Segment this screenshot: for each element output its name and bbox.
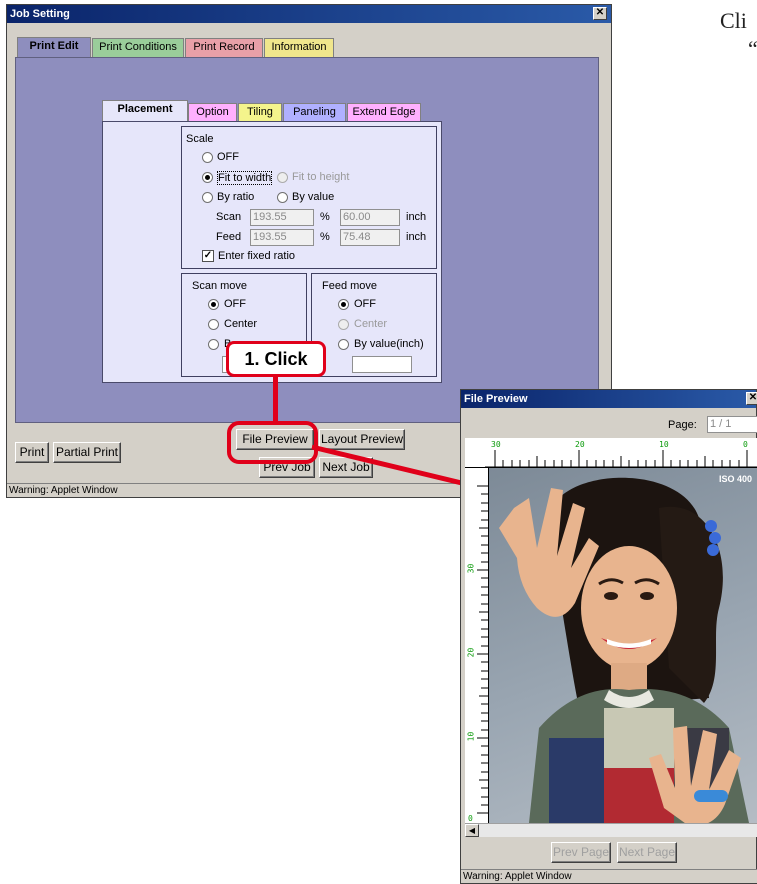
next-page-button[interactable]: Next Page	[617, 842, 677, 863]
preview-image: ISO 400	[489, 468, 757, 823]
ruler-left: 30 20 10 0	[465, 468, 489, 823]
portrait-illustration	[499, 477, 749, 823]
instruction-text-fragment: Cli	[720, 8, 747, 33]
ruler-top-ticks	[485, 450, 757, 468]
file-preview-title: File Preview	[464, 393, 528, 405]
callout-connector	[273, 375, 278, 422]
file-preview-statusbar: Warning: Applet Window	[461, 869, 757, 883]
page-field[interactable]: 1 / 1	[707, 416, 757, 433]
instruction-text-quote: “	[748, 36, 757, 61]
ruler-top: 30 20 10 0	[465, 438, 757, 468]
scroll-left-arrow-icon[interactable]: ◀	[465, 824, 479, 837]
horizontal-scrollbar[interactable]: ◀	[465, 823, 757, 837]
file-preview-titlebar: File Preview	[461, 390, 756, 408]
page-label: Page:	[668, 419, 697, 431]
ruler-left-ticks	[477, 485, 488, 814]
prev-page-button[interactable]: Prev Page	[551, 842, 611, 863]
arrow-line	[311, 444, 471, 488]
photo-tag: ISO 400	[718, 474, 752, 484]
click-callout: 1. Click	[226, 341, 326, 377]
file-preview-window: File Preview ✕ Page: 1 / 1 30 20 10 0 30…	[460, 389, 757, 884]
preview-close-icon[interactable]: ✕	[746, 392, 757, 405]
